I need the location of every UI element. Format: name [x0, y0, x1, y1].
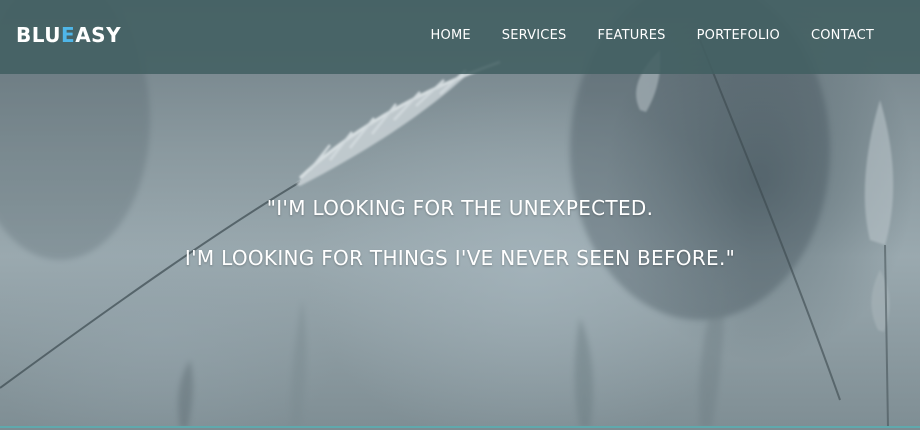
brand-logo-accent: E	[61, 23, 76, 47]
nav-link-features[interactable]: FEATURES	[597, 28, 665, 43]
bottom-accent-strip	[0, 426, 920, 428]
brand-logo[interactable]: BLU E ASY	[16, 23, 121, 47]
brand-logo-part2: ASY	[75, 23, 122, 47]
hero-quote-line-2: I'M LOOKING FOR THINGS I'VE NEVER SEEN B…	[184, 246, 736, 270]
nav-link-contact[interactable]: CONTACT	[811, 28, 874, 43]
top-navbar: BLU E ASY HOME SERVICES FEATURES PORTEFOLI…	[0, 0, 920, 74]
nav-link-services[interactable]: SERVICES	[502, 28, 567, 43]
nav-link-home[interactable]: HOME	[431, 28, 471, 43]
brand-logo-part1: BLU	[16, 23, 62, 47]
main-nav: HOME SERVICES FEATURES PORTEFOLIO CONTAC…	[431, 28, 874, 43]
hero-quote-line-1: "I'M LOOKING FOR THE UNEXPECTED.	[266, 196, 654, 220]
nav-link-portefolio[interactable]: PORTEFOLIO	[697, 28, 780, 43]
